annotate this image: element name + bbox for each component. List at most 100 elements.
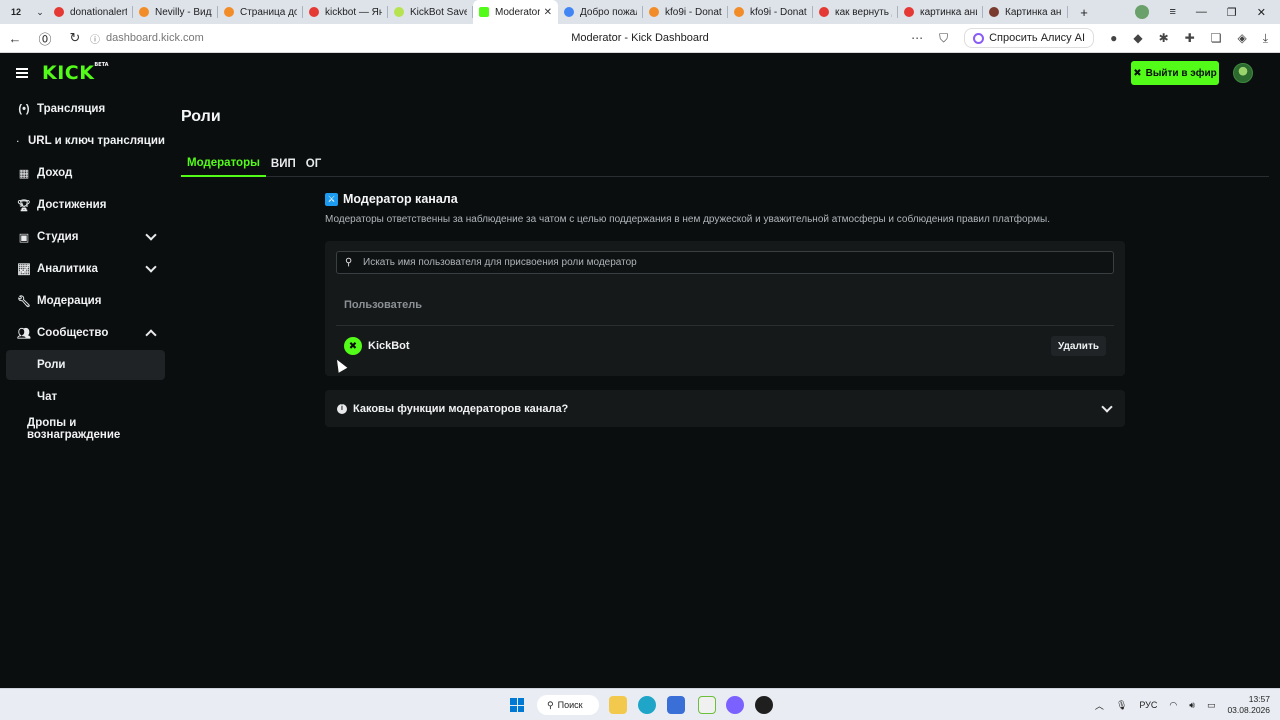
sidebar-item-moderation[interactable]: 🔧︎ Модерация	[6, 286, 165, 316]
sidebar-item-drops-rewards[interactable]: Дропы и вознаграждение	[6, 414, 165, 444]
dot-icon: ·	[16, 136, 20, 146]
kick-logo[interactable]: KICK BETA	[42, 62, 108, 84]
tab-moderators[interactable]: Модераторы	[181, 150, 266, 177]
menu-icon[interactable]	[16, 68, 28, 78]
beta-badge: BETA	[94, 62, 109, 68]
minimize-icon[interactable]: —	[1196, 6, 1207, 18]
edge-icon[interactable]	[638, 696, 656, 714]
sidebar-item-studio[interactable]: ▣ Студия	[6, 222, 165, 252]
yandex-browser-icon[interactable]	[698, 696, 716, 714]
windows-taskbar: ⚲ Поиск ︿ 🎙︎ РУС ◠ 🔊︎ ▭ 13:57 03.08.2026	[0, 688, 1280, 720]
new-tab-icon[interactable]: +	[1074, 5, 1094, 20]
sidebar-item-income[interactable]: ▦ Доход	[6, 158, 165, 188]
close-window-icon[interactable]: ✕	[1257, 6, 1266, 19]
microphone-icon[interactable]: 🎙︎	[1116, 700, 1127, 711]
browser-tab[interactable]: картинка ани	[898, 0, 983, 24]
browser-tab[interactable]: Добро пожал	[558, 0, 643, 24]
taskbar-search-button[interactable]: ⚲ Поиск	[537, 695, 599, 715]
app-icon[interactable]	[726, 696, 744, 714]
site-info-icon[interactable]: ⓘ	[90, 31, 100, 46]
browser-tab-strip: 12 ⌄ donationalerts Nevilly - Видж Стран…	[0, 0, 1280, 24]
alice-icon	[973, 32, 985, 44]
faq-question: Каковы функции модераторов канала?	[353, 402, 569, 415]
tab-favicon-icon	[309, 7, 319, 17]
bookmark-icon[interactable]: ⛉	[939, 31, 948, 46]
chevron-down-icon	[145, 229, 157, 241]
sidebar-item-analytics[interactable]: 📈︎ Аналитика	[6, 254, 165, 284]
bookmarks-menu-icon[interactable]: ≡	[1169, 6, 1175, 18]
sidebar-item-stream-url-key[interactable]: · URL и ключ трансляции	[6, 126, 165, 156]
browser-tab[interactable]: как вернуть д	[813, 0, 898, 24]
system-tray: ︿ 🎙︎ РУС ◠ 🔊︎ ▭ 13:57 03.08.2026	[1095, 689, 1280, 720]
trophy-icon: 🏆︎	[17, 199, 31, 212]
browser-tab[interactable]: Nevilly - Видж	[133, 0, 218, 24]
browser-tab[interactable]: kickbot — Янд	[303, 0, 388, 24]
downloads-icon[interactable]: ⤓	[1263, 31, 1268, 46]
income-icon: ▦	[18, 167, 30, 180]
search-icon: ⚲	[345, 257, 353, 268]
back-icon[interactable]: ←	[0, 31, 30, 46]
clock[interactable]: 13:57 03.08.2026	[1227, 694, 1270, 716]
tab-count-badge[interactable]: 12	[6, 4, 26, 20]
kick-icon: ✖	[1133, 67, 1142, 79]
extension-icon[interactable]: ✱	[1159, 31, 1169, 45]
reload-icon[interactable]: ↻	[60, 30, 90, 46]
window-controls: ≡ — ❐ ✕	[1135, 5, 1280, 19]
tab-vip[interactable]: ВИП	[266, 150, 301, 177]
tab-favicon-icon	[139, 7, 149, 17]
collections-icon[interactable]: ❏	[1211, 31, 1222, 45]
url-field[interactable]: dashboard.kick.com	[106, 32, 204, 44]
tab-favicon-icon	[224, 7, 234, 17]
tabs-dropdown-icon[interactable]: ⌄	[32, 7, 48, 18]
divider	[336, 325, 1114, 326]
windows-start-icon[interactable]	[510, 698, 524, 712]
chevron-up-icon	[145, 329, 157, 341]
broadcast-icon: (•)	[18, 103, 30, 115]
address-bar: ← ⓪ ↻ ⓘ dashboard.kick.com Moderator - K…	[0, 24, 1280, 53]
volume-icon[interactable]: 🔊︎	[1189, 700, 1195, 711]
search-box: ⚲	[336, 251, 1114, 274]
close-tab-icon[interactable]: ✕	[540, 7, 552, 18]
analytics-icon: 📈︎	[17, 263, 31, 276]
ask-alice-button[interactable]: Спросить Алису AI	[964, 28, 1095, 48]
profile-avatar-icon[interactable]	[1135, 5, 1150, 19]
language-indicator[interactable]: РУС	[1139, 700, 1157, 710]
sidebar-item-chat[interactable]: Чат	[6, 382, 165, 412]
wifi-icon[interactable]: ◠	[1169, 700, 1177, 711]
browser-tab[interactable]: Картинка ани	[983, 0, 1068, 24]
user-avatar[interactable]	[1233, 63, 1253, 83]
kick-header: KICK BETA ✖ Выйти в эфир	[0, 53, 1280, 93]
outlook-icon[interactable]	[667, 696, 685, 714]
tab-favicon-icon	[734, 7, 744, 17]
browser-tab[interactable]: donationalerts	[48, 0, 133, 24]
extension-icon[interactable]: ●	[1110, 31, 1117, 45]
sidebar-item-broadcast[interactable]: (•) Трансляция	[6, 94, 165, 124]
extensions-puzzle-icon[interactable]: ✚	[1185, 31, 1195, 45]
faq-accordion[interactable]: i Каковы функции модераторов канала?	[325, 390, 1125, 427]
tab-favicon-icon	[649, 7, 659, 17]
browser-tab[interactable]: Страница дон	[218, 0, 303, 24]
sidebar-item-roles[interactable]: Роли	[6, 350, 165, 380]
maximize-icon[interactable]: ❐	[1227, 6, 1237, 19]
sidebar-item-community[interactable]: 👥︎ Сообщество	[6, 318, 165, 348]
tab-favicon-icon	[564, 7, 574, 17]
tab-og[interactable]: ОГ	[301, 150, 326, 177]
browser-tab[interactable]: kfo9i - Donatio	[643, 0, 728, 24]
sync-icon[interactable]: ◈	[1237, 31, 1246, 45]
remove-moderator-button[interactable]: Удалить	[1050, 336, 1106, 356]
moderator-search-input[interactable]	[361, 257, 1113, 268]
sidebar-item-achievements[interactable]: 🏆︎ Достижения	[6, 190, 165, 220]
moderator-name: KickBot	[368, 340, 410, 352]
extension-icon[interactable]: ◆	[1133, 31, 1142, 45]
browser-tab[interactable]: KickBot Saved	[388, 0, 473, 24]
file-explorer-icon[interactable]	[609, 696, 627, 714]
more-options-icon[interactable]: ⋯	[911, 31, 923, 45]
chevron-down-icon	[145, 261, 157, 273]
browser-tab-active[interactable]: Moderator ✕	[473, 0, 558, 24]
chevron-up-icon[interactable]: ︿	[1095, 699, 1104, 712]
yandex-icon[interactable]: ⓪	[30, 29, 60, 48]
battery-icon[interactable]: ▭	[1207, 700, 1216, 711]
go-live-button[interactable]: ✖ Выйти в эфир	[1131, 61, 1219, 85]
browser-tab[interactable]: kfo9i - Donatio	[728, 0, 813, 24]
app-icon[interactable]	[755, 696, 773, 714]
